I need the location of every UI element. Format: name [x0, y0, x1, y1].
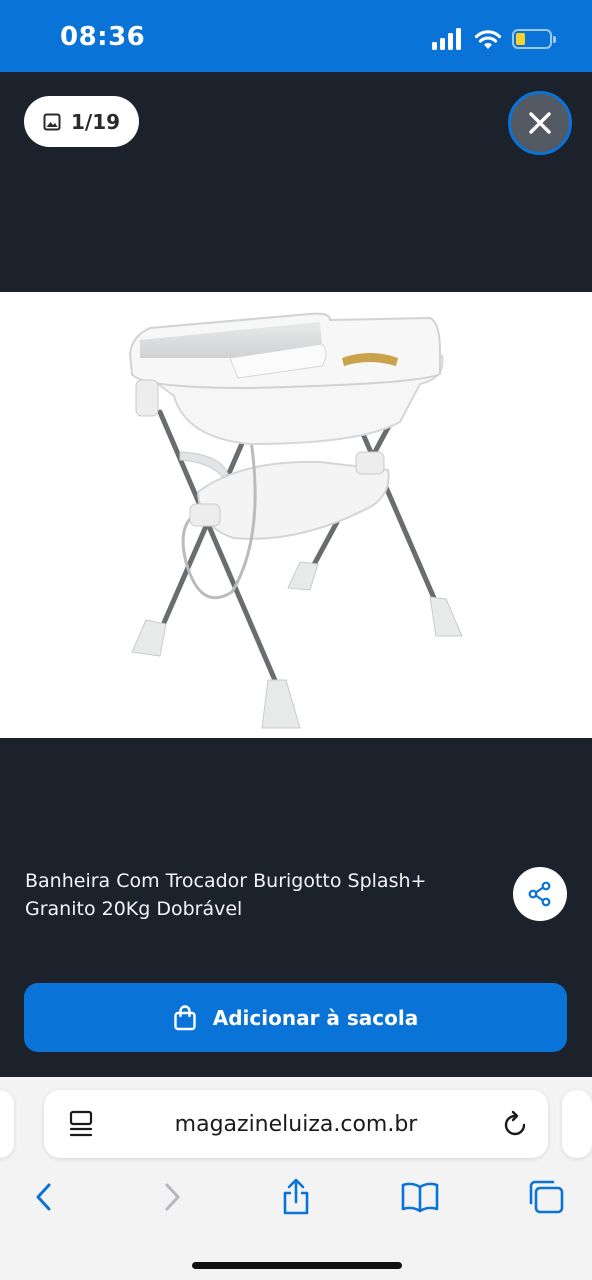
previous-tab-preview[interactable] — [0, 1090, 14, 1158]
share-icon — [528, 881, 551, 907]
address-bar[interactable]: magazineluiza.com.br — [44, 1090, 548, 1158]
image-counter-text: 1/19 — [70, 109, 121, 134]
add-to-bag-button[interactable]: Adicionar à sacola — [24, 983, 567, 1052]
bookmarks-button[interactable] — [398, 1175, 442, 1219]
battery-icon — [512, 29, 556, 49]
share-page-button[interactable] — [274, 1175, 318, 1219]
product-image[interactable] — [0, 292, 592, 738]
cellular-signal-icon — [432, 28, 461, 50]
share-button[interactable] — [513, 867, 567, 921]
reload-icon[interactable] — [502, 1110, 528, 1138]
browser-chrome: magazineluiza.com.br — [0, 1077, 592, 1280]
add-to-bag-label: Adicionar à sacola — [212, 1005, 419, 1030]
status-bar: 08:36 — [0, 0, 592, 72]
next-tab-preview[interactable] — [562, 1090, 592, 1158]
product-title: Banheira Com Trocador Burigotto Splash+ … — [25, 870, 427, 920]
tabs-button[interactable] — [524, 1175, 568, 1219]
back-button[interactable] — [22, 1175, 66, 1219]
status-icons — [432, 24, 556, 54]
close-button[interactable] — [508, 91, 572, 155]
image-icon — [43, 113, 61, 130]
shopping-bag-icon — [174, 1004, 196, 1030]
tabs-icon — [529, 1180, 564, 1214]
book-icon — [401, 1182, 439, 1213]
browser-toolbar — [0, 1175, 592, 1219]
image-counter: 1/19 — [24, 96, 139, 147]
share-upload-icon — [283, 1178, 309, 1215]
close-icon — [529, 112, 551, 134]
wifi-icon — [474, 30, 502, 49]
home-indicator — [192, 1262, 402, 1269]
bath-changing-table-illustration — [128, 312, 463, 729]
forward-button[interactable] — [150, 1175, 194, 1219]
url-text: magazineluiza.com.br — [174, 1112, 418, 1137]
chevron-right-icon — [165, 1183, 180, 1211]
status-time: 08:36 — [60, 22, 146, 52]
chevron-left-icon — [36, 1183, 51, 1211]
